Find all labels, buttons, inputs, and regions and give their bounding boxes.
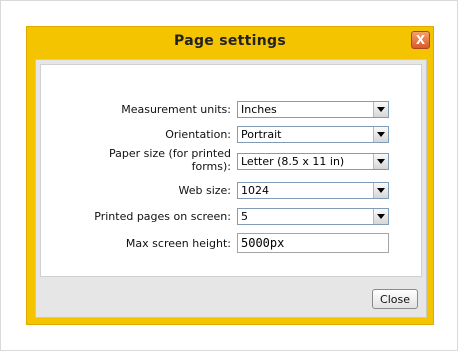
close-button[interactable]: Close xyxy=(372,289,418,309)
printed-pages-label: Printed pages on screen: xyxy=(94,210,231,223)
max-screen-height-label: Max screen height: xyxy=(125,237,231,250)
chevron-down-icon[interactable] xyxy=(373,209,388,224)
close-icon[interactable]: X xyxy=(411,31,430,49)
page-settings-dialog: Page settings X Measurement units: Inche… xyxy=(26,26,434,325)
paper-size-value: Letter (8.5 x 11 in) xyxy=(241,155,345,168)
printed-pages-select[interactable]: 5 xyxy=(237,208,389,225)
measurement-units-label: Measurement units: xyxy=(121,103,231,116)
web-size-row: Web size: 1024 xyxy=(41,182,421,202)
chevron-down-icon[interactable] xyxy=(373,183,388,198)
chevron-down-icon[interactable] xyxy=(373,127,388,142)
web-size-label: Web size: xyxy=(178,184,231,197)
measurement-units-select[interactable]: Inches xyxy=(237,101,389,118)
orientation-row: Orientation: Portrait xyxy=(41,126,421,146)
measurement-units-row: Measurement units: Inches xyxy=(41,101,421,121)
chevron-down-icon[interactable] xyxy=(373,154,388,169)
settings-form: Measurement units: Inches Orientation: P… xyxy=(40,64,422,277)
paper-size-row: Paper size (for printed forms): Letter (… xyxy=(41,147,421,173)
paper-size-select[interactable]: Letter (8.5 x 11 in) xyxy=(237,153,389,170)
dialog-title: Page settings xyxy=(174,33,286,49)
paper-size-label: Paper size (for printed forms): xyxy=(109,147,231,173)
orientation-select[interactable]: Portrait xyxy=(237,126,389,143)
chevron-down-icon[interactable] xyxy=(373,102,388,117)
max-screen-height-row: Max screen height: xyxy=(41,233,421,255)
web-size-value: 1024 xyxy=(241,184,269,197)
orientation-label: Orientation: xyxy=(165,128,231,141)
dialog-titlebar: Page settings X xyxy=(27,27,433,57)
printed-pages-row: Printed pages on screen: 5 xyxy=(41,208,421,228)
orientation-value: Portrait xyxy=(241,128,282,141)
web-size-select[interactable]: 1024 xyxy=(237,182,389,199)
dialog-content: Measurement units: Inches Orientation: P… xyxy=(35,59,427,318)
measurement-units-value: Inches xyxy=(241,103,277,116)
max-screen-height-input[interactable] xyxy=(237,233,389,253)
printed-pages-value: 5 xyxy=(241,210,248,223)
